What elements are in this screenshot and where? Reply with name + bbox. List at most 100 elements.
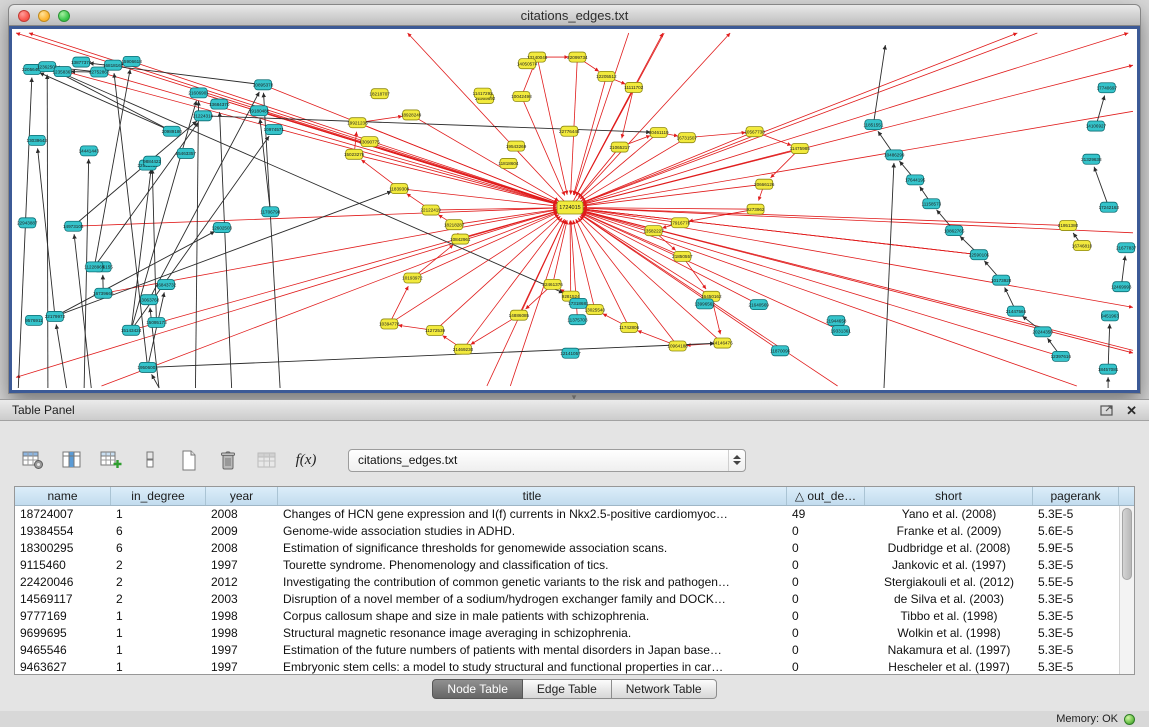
network-node[interactable]: 13090775 [359, 137, 380, 147]
table-row[interactable]: 946362711997Embryonic stem cells: a mode… [15, 659, 1119, 674]
zoom-button[interactable] [58, 10, 70, 22]
delete-table-icon[interactable] [213, 447, 243, 474]
tab-node-table[interactable]: Node Table [432, 679, 523, 699]
network-node[interactable]: 9273962 [747, 204, 765, 214]
network-node[interactable]: 22943887 [17, 218, 38, 228]
network-canvas[interactable]: 1004249813140046220997341220551211111702… [12, 29, 1137, 390]
network-node[interactable]: 16739669 [93, 288, 114, 298]
network-node[interactable]: 21606901 [188, 88, 209, 98]
network-node[interactable]: 21469230 [453, 344, 474, 354]
network-node[interactable]: 12469993 [1111, 282, 1132, 292]
row-tools-icon[interactable] [135, 447, 165, 474]
table-row[interactable]: 969969511998Structural magnetic resonanc… [15, 625, 1119, 642]
network-node[interactable]: 11839308 [389, 184, 410, 194]
network-node[interactable]: 11851551 [863, 120, 884, 130]
network-node[interactable]: 12397616 [1051, 351, 1072, 361]
network-node[interactable]: 13877374 [71, 57, 92, 67]
network-node[interactable]: 14050574 [517, 59, 538, 69]
network-node[interactable]: 11818604 [498, 158, 519, 168]
network-node[interactable]: 19921236 [347, 118, 368, 128]
column-header-year[interactable]: year [206, 487, 278, 505]
network-node[interactable]: 13063768 [139, 295, 160, 305]
network-node[interactable]: 19180486 [249, 106, 270, 116]
network-node[interactable]: 17318681 [568, 298, 589, 308]
column-header-in_degree[interactable]: in_degree [111, 487, 206, 505]
table-row[interactable]: 911546021997Tourette syndrome. Phenomeno… [15, 557, 1119, 574]
network-node[interactable]: 10394778 [379, 319, 400, 329]
network-node[interactable]: 11272539 [425, 326, 446, 336]
import-table-icon[interactable] [252, 447, 282, 474]
network-node[interactable]: 10567738 [744, 127, 765, 137]
network-node[interactable]: 11742806 [619, 322, 640, 332]
network-node[interactable]: 20666126 [754, 179, 775, 189]
network-node[interactable]: 16746810 [1072, 241, 1093, 251]
table-row[interactable]: 946554611997Estimation of the future num… [15, 642, 1119, 659]
new-table-icon[interactable] [174, 447, 204, 474]
network-node[interactable]: 19331361 [831, 326, 852, 336]
network-node[interactable]: 21224314 [193, 111, 214, 121]
network-node[interactable]: 10964188 [667, 341, 688, 351]
network-node[interactable]: 9884422 [143, 156, 161, 166]
table-row[interactable]: 1872400712008Changes of HCN gene express… [15, 506, 1119, 523]
network-node[interactable]: 21329638 [1081, 154, 1102, 164]
network-node[interactable]: 10042498 [511, 91, 532, 101]
network-node[interactable]: 10193972 [402, 273, 423, 283]
window-titlebar[interactable]: citations_edges.txt [8, 4, 1141, 26]
network-node[interactable]: 11706798 [260, 207, 281, 217]
table-mode-icon[interactable] [18, 447, 48, 474]
network-node[interactable]: 21065217 [609, 142, 630, 152]
show-columns-icon[interactable] [57, 447, 87, 474]
network-node[interactable]: 21944658 [826, 316, 847, 326]
network-node[interactable]: 19543269 [506, 141, 527, 151]
network-node[interactable]: 22099734 [567, 52, 588, 62]
network-node[interactable]: 13684370 [209, 99, 230, 109]
network-node[interactable]: 11228969 [84, 262, 105, 272]
network-node[interactable]: 13996562 [694, 299, 715, 309]
table-row[interactable]: 2242004622012Investigating the contribut… [15, 574, 1119, 591]
network-node[interactable]: 11158573 [921, 199, 941, 209]
column-header-out_de[interactable]: △ out_de… [787, 487, 865, 505]
table-panel-titlebar[interactable]: Table Panel ✕ [0, 400, 1149, 421]
network-node[interactable]: 17644195 [905, 175, 926, 185]
network-node[interactable]: 17916778 [670, 218, 691, 228]
network-node[interactable]: 14886085 [509, 310, 530, 320]
network-node[interactable]: 18218707 [369, 89, 390, 99]
network-node[interactable]: 11475985 [790, 144, 811, 154]
create-column-icon[interactable] [96, 447, 126, 474]
network-node[interactable]: 11417292 [473, 88, 494, 98]
network-node[interactable]: 15143424 [121, 325, 142, 335]
function-builder-icon[interactable]: f(x) [291, 447, 321, 474]
column-header-name[interactable]: name [15, 487, 111, 505]
network-node[interactable]: 9451963 [1101, 311, 1119, 321]
network-node[interactable]: 15906618 [121, 56, 142, 66]
tab-edge-table[interactable]: Edge Table [523, 679, 612, 699]
network-node[interactable]: 12141057 [560, 348, 581, 358]
network-node[interactable]: 18457081 [1098, 364, 1119, 374]
network-node[interactable]: 22461376 [542, 279, 563, 289]
network-node[interactable]: 22590106 [969, 250, 990, 260]
network-node[interactable]: 22179972 [45, 311, 66, 321]
network-node[interactable]: 21951380 [1058, 221, 1079, 231]
close-button[interactable] [18, 10, 30, 22]
column-header-title[interactable]: title [278, 487, 787, 505]
network-node[interactable]: 20461119 [649, 127, 669, 137]
network-node[interactable]: 14146476 [712, 338, 733, 348]
tab-network-table[interactable]: Network Table [612, 679, 717, 699]
network-node[interactable]: 12205512 [596, 71, 617, 81]
table-row[interactable]: 1938455462009Genome-wide association stu… [15, 523, 1119, 540]
network-node[interactable]: 20244350 [1033, 327, 1054, 337]
close-panel-icon[interactable]: ✕ [1126, 404, 1137, 417]
network-node[interactable]: 10486299 [884, 150, 905, 160]
network-node[interactable]: 11375703 [567, 315, 588, 325]
scrollbar-thumb[interactable] [1122, 508, 1132, 580]
network-node[interactable]: 14106927 [1086, 121, 1107, 131]
network-node[interactable]: 20989180 [162, 126, 183, 136]
network-node[interactable]: 20895378 [253, 80, 274, 90]
network-node[interactable]: 21850557 [672, 251, 693, 261]
network-node[interactable]: 21447565 [1006, 306, 1027, 316]
network-node[interactable]: 17740697 [1097, 83, 1118, 93]
network-node[interactable]: 16843732 [156, 280, 177, 290]
network-node[interactable]: 11111702 [624, 82, 643, 92]
network-node[interactable]: 22776448 [559, 126, 580, 136]
network-node[interactable]: 21677837 [1116, 243, 1137, 253]
